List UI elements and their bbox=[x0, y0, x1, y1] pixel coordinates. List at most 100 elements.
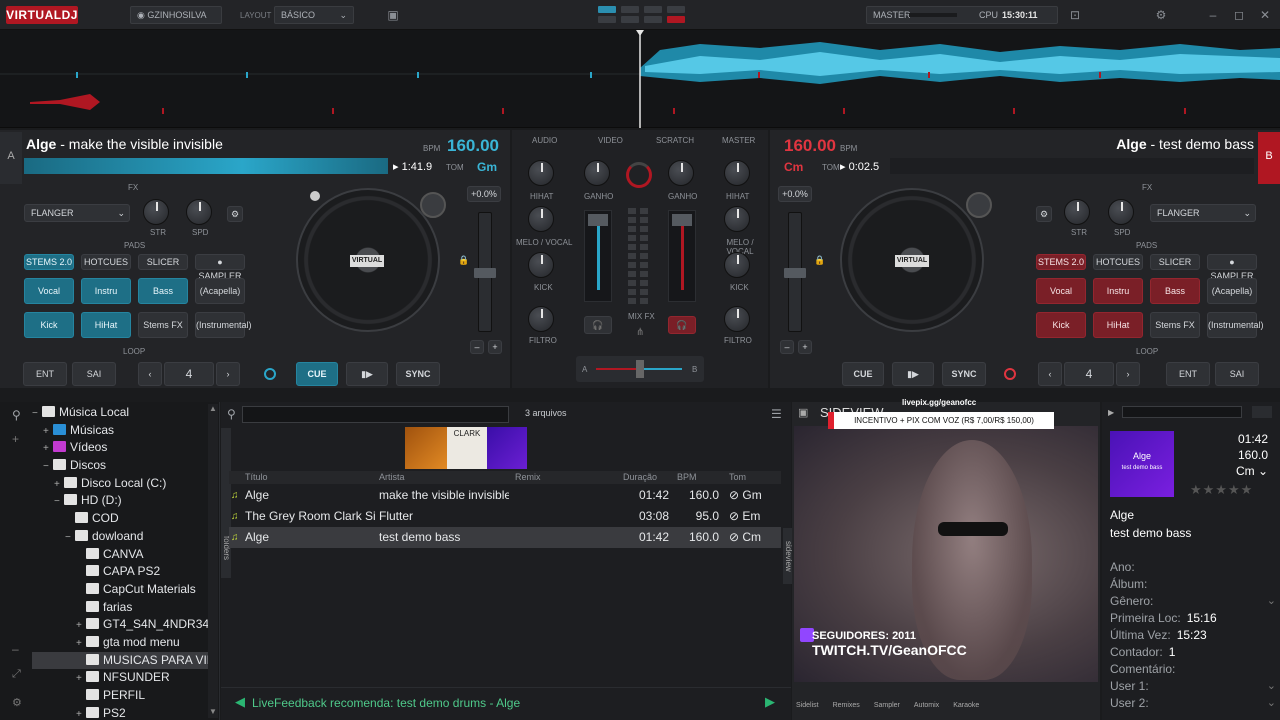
tree-item[interactable]: + PS2 bbox=[32, 705, 208, 720]
deck-b-fx-select[interactable]: FLANGER ⌄ bbox=[1150, 204, 1256, 222]
tree-item[interactable]: − HD (D:) bbox=[32, 492, 208, 510]
expand-icon[interactable]: + bbox=[43, 423, 53, 441]
chevron-down-icon[interactable]: ⌄ bbox=[1267, 695, 1276, 712]
deck-b-loop-next-icon[interactable]: › bbox=[1116, 362, 1140, 386]
table-row[interactable]: ♫ Alge test demo bass 01:42 160.0 ⊘ Cm bbox=[229, 527, 781, 548]
deck-a-lock-icon[interactable]: 🔒 bbox=[458, 255, 469, 266]
deck-a-fx-spd-knob[interactable] bbox=[186, 199, 212, 225]
table-row[interactable]: ♫ The Grey Room Clark Sims Flutter 03:08 95.… bbox=[229, 506, 781, 527]
deck-a-pad-3[interactable]: Bass bbox=[138, 278, 188, 304]
info-field[interactable]: Comentário: bbox=[1110, 661, 1276, 678]
column-bpm[interactable]: BPM bbox=[677, 471, 697, 484]
collapse-icon[interactable]: − bbox=[65, 529, 75, 547]
sideview-tab-sidelist[interactable]: Sidelist bbox=[796, 702, 819, 709]
deck-a-pad-8[interactable]: (Instrumental) bbox=[195, 312, 252, 338]
mixer-a-fader-handle[interactable] bbox=[588, 214, 608, 226]
crossfader[interactable]: A B bbox=[576, 356, 704, 382]
tree-item[interactable]: + gta mod menu bbox=[32, 634, 208, 652]
deck-b-fx-gear-icon[interactable]: ⚙ bbox=[1036, 206, 1052, 222]
cover-thumb-3[interactable] bbox=[487, 427, 527, 469]
deck-a-mini-waveform[interactable] bbox=[24, 158, 388, 174]
mixer-tab-master[interactable]: MASTER bbox=[722, 136, 755, 145]
mixer-crossfade-knob[interactable] bbox=[626, 162, 652, 188]
expand-icon[interactable]: + bbox=[76, 670, 86, 688]
deck-a-pitch-plus[interactable]: + bbox=[488, 340, 502, 354]
preview-volume[interactable] bbox=[1252, 406, 1272, 418]
chevron-down-icon[interactable]: ⌄ bbox=[1267, 593, 1276, 610]
deck-a-cue-button[interactable]: CUE bbox=[296, 362, 338, 386]
deck-b-pitch-plus[interactable]: + bbox=[798, 340, 812, 354]
info-field[interactable]: User 1: ⌄ bbox=[1110, 678, 1276, 695]
deck-b-pad-4[interactable]: (Acapella) bbox=[1207, 278, 1257, 304]
layout-button-8[interactable] bbox=[667, 16, 685, 23]
info-field[interactable]: Primeira Loc: 15:16 bbox=[1110, 610, 1276, 627]
deck-b-play-pause-icon[interactable]: ▮▶ bbox=[892, 362, 934, 386]
info-field[interactable]: User 2: ⌄ bbox=[1110, 695, 1276, 712]
deck-b-sync-button[interactable]: SYNC bbox=[942, 362, 986, 386]
info-field[interactable]: Contador: 1 bbox=[1110, 644, 1276, 661]
deck-b-loop-roll-icon[interactable] bbox=[1004, 368, 1016, 380]
mixer-b-headphone-icon[interactable]: 🎧 bbox=[668, 316, 696, 334]
maximize-icon[interactable]: ◻ bbox=[1232, 8, 1246, 22]
tree-item[interactable]: + GT4_S4N_4NDR34S bbox=[32, 616, 208, 634]
tree-item[interactable]: − Discos bbox=[32, 457, 208, 475]
deck-b-loop-prev-icon[interactable]: ‹ bbox=[1038, 362, 1062, 386]
deck-a-pad-mode-sampler[interactable]: ● SAMPLER bbox=[195, 254, 245, 281]
tree-item[interactable]: CapCut Materials bbox=[32, 581, 208, 599]
column-remix[interactable]: Remix bbox=[515, 471, 541, 484]
layout-select[interactable]: BÁSICO ⌄ bbox=[274, 6, 354, 24]
close-icon[interactable]: ✕ bbox=[1258, 8, 1272, 22]
column-artist[interactable]: Artista bbox=[379, 471, 405, 484]
deck-b-pad-8[interactable]: (Instrumental) bbox=[1207, 312, 1264, 338]
info-field[interactable]: Ano: bbox=[1110, 559, 1276, 576]
collapse-icon[interactable]: − bbox=[32, 405, 42, 423]
mixer-a-gain-knob[interactable] bbox=[584, 160, 610, 186]
mixer-b-fader-handle[interactable] bbox=[672, 214, 692, 226]
layout-button-1[interactable] bbox=[598, 6, 616, 13]
search-input[interactable] bbox=[242, 406, 509, 423]
layout-button-5[interactable] bbox=[598, 16, 616, 23]
tree-scrollbar[interactable]: ▲ ▼ bbox=[208, 404, 218, 718]
crossfader-handle[interactable] bbox=[636, 360, 644, 378]
tree-item[interactable]: CAPA PS2 bbox=[32, 563, 208, 581]
deck-b-pad-1[interactable]: Vocal bbox=[1036, 278, 1086, 304]
mixer-a-filter-knob[interactable] bbox=[528, 306, 554, 332]
info-field[interactable]: Última Vez: 15:23 bbox=[1110, 627, 1276, 644]
tree-item[interactable]: − Música Local bbox=[32, 404, 208, 422]
mixer-b-hihat-knob[interactable] bbox=[724, 160, 750, 186]
deck-a-pad-mode-stems[interactable]: STEMS 2.0 bbox=[24, 254, 74, 270]
deck-a-loop-roll-icon[interactable] bbox=[264, 368, 276, 380]
deck-b-pad-5[interactable]: Kick bbox=[1036, 312, 1086, 338]
deck-b-pad-mode-slicer[interactable]: SLICER bbox=[1150, 254, 1200, 270]
search-icon[interactable]: ⚲ bbox=[12, 408, 21, 422]
deck-b-pitch-handle[interactable] bbox=[784, 268, 806, 278]
deck-a-play-pause-icon[interactable]: ▮▶ bbox=[346, 362, 388, 386]
deck-a-pad-5[interactable]: Kick bbox=[24, 312, 74, 338]
deck-a-loop-prev-icon[interactable]: ‹ bbox=[138, 362, 162, 386]
cover-thumb-2[interactable]: CLARK bbox=[447, 427, 487, 469]
deck-a-fx-select[interactable]: FLANGER ⌄ bbox=[24, 204, 130, 222]
deck-a-pitch-handle[interactable] bbox=[474, 268, 496, 278]
deck-a-pad-1[interactable]: Vocal bbox=[24, 278, 74, 304]
deck-a-pad-7[interactable]: Stems FX bbox=[138, 312, 188, 338]
deck-b-fx-str-knob[interactable] bbox=[1064, 199, 1090, 225]
tree-item[interactable]: PERFIL bbox=[32, 687, 208, 705]
sideview-tab-automix[interactable]: Automix bbox=[914, 702, 939, 709]
record-icon[interactable]: ⊡ bbox=[1068, 8, 1082, 22]
deck-b-loop-out-button[interactable]: SAI bbox=[1215, 362, 1259, 386]
minimize-icon[interactable]: – bbox=[1206, 8, 1220, 22]
mixer-a-headphone-icon[interactable]: 🎧 bbox=[584, 316, 612, 334]
layout-button-4[interactable] bbox=[667, 6, 685, 13]
deck-a-sync-button[interactable]: SYNC bbox=[396, 362, 440, 386]
deck-b-cue-button[interactable]: CUE bbox=[842, 362, 884, 386]
table-row[interactable]: ♫ Alge make the visible invisible 01:42 160.… bbox=[229, 485, 781, 506]
deck-b-loop-in-button[interactable]: ENT bbox=[1166, 362, 1210, 386]
deck-b-pad-mode-sampler[interactable]: ● SAMPLER bbox=[1207, 254, 1257, 281]
info-field[interactable]: Gênero: ⌄ bbox=[1110, 593, 1276, 610]
user-account[interactable]: ◉ GZINHOSILVA bbox=[130, 6, 222, 24]
deck-b-pad-7[interactable]: Stems FX bbox=[1150, 312, 1200, 338]
mixer-b-kick-knob[interactable] bbox=[724, 252, 750, 278]
arrow-left-icon[interactable]: ◀ bbox=[235, 694, 245, 710]
pin-icon[interactable]: ⤢ bbox=[12, 668, 21, 681]
deck-a-pitch-minus[interactable]: – bbox=[470, 340, 484, 354]
